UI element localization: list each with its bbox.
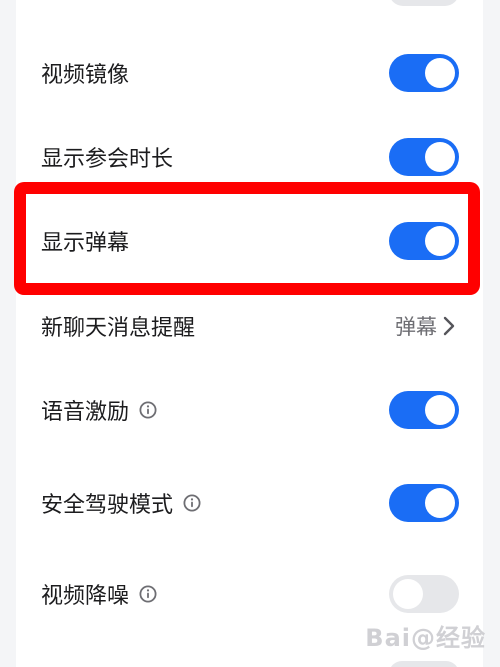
setting-label: 语音激励 — [41, 400, 130, 425]
setting-label: 新聊天消息提醒 — [41, 316, 196, 341]
setting-label-group: 视频降噪 — [41, 578, 157, 610]
toggle-knob — [393, 579, 423, 609]
setting-label: 显示弹幕 — [41, 231, 130, 256]
video-denoise-toggle[interactable] — [389, 575, 459, 613]
safe-driving-toggle[interactable] — [389, 484, 459, 522]
setting-label-group: 语音激励 — [41, 394, 157, 426]
video-mirror-toggle[interactable] — [389, 54, 459, 92]
setting-row-new-chat-reminder[interactable]: 新聊天消息提醒 弹幕 — [16, 284, 483, 368]
toggle-knob — [425, 142, 455, 172]
partial-toggle-top[interactable] — [389, 0, 459, 6]
setting-label: 安全驾驶模式 — [41, 493, 174, 518]
reminder-value[interactable]: 弹幕 — [395, 311, 455, 341]
setting-row-voice-motivation: 语音激励 — [16, 368, 483, 452]
toggle-knob — [425, 395, 455, 425]
info-icon[interactable] — [139, 401, 157, 419]
info-icon[interactable] — [183, 494, 201, 512]
setting-row-show-duration: 显示参会时长 — [16, 115, 483, 199]
partial-toggle-bottom[interactable] — [389, 661, 459, 667]
watermark-logo: Bai@经验 — [365, 624, 486, 652]
info-icon[interactable] — [139, 585, 157, 603]
setting-row-video-mirror: 视频镜像 — [16, 31, 483, 115]
toggle-knob — [425, 488, 455, 518]
setting-row-safe-driving: 安全驾驶模式 — [16, 461, 483, 545]
chevron-right-icon — [443, 316, 455, 336]
toggle-knob — [425, 58, 455, 88]
show-danmaku-toggle[interactable] — [389, 222, 459, 260]
setting-label: 显示参会时长 — [41, 147, 174, 172]
setting-label-group: 安全驾驶模式 — [41, 487, 201, 519]
setting-label: 视频镜像 — [41, 63, 130, 88]
settings-panel: 视频镜像 显示参会时长 显示弹幕 新聊天消息提醒 弹幕 语音激励 安全驾驶模式 … — [16, 0, 483, 667]
voice-motivation-toggle[interactable] — [389, 391, 459, 429]
setting-row-show-danmaku: 显示弹幕 — [16, 199, 483, 283]
reminder-value-text: 弹幕 — [395, 315, 437, 339]
setting-label: 视频降噪 — [41, 584, 130, 609]
toggle-knob — [425, 226, 455, 256]
show-duration-toggle[interactable] — [389, 138, 459, 176]
